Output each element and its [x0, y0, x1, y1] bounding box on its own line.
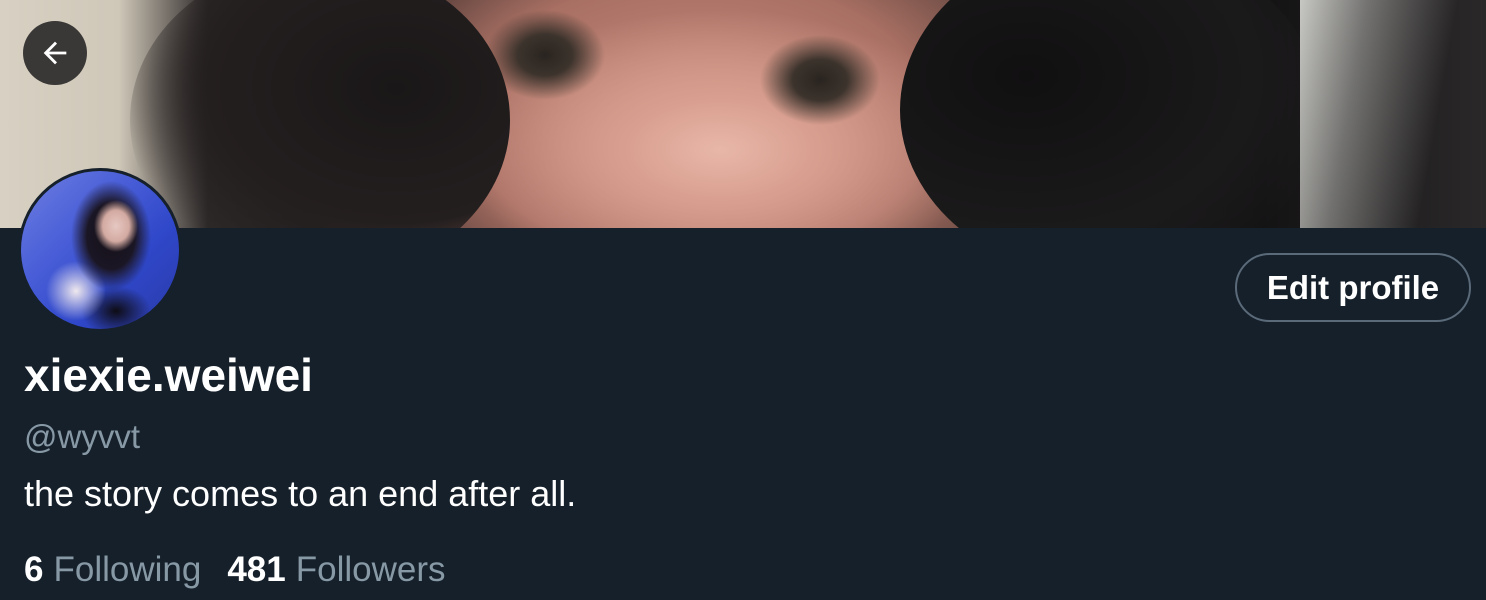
avatar[interactable] [18, 168, 182, 332]
following-link[interactable]: 6 Following [24, 550, 201, 590]
user-handle: @wyvvt [24, 418, 140, 455]
followers-label: Followers [295, 550, 446, 589]
followers-link[interactable]: 481 Followers [227, 550, 445, 590]
back-button[interactable] [23, 21, 87, 85]
following-count: 6 [24, 550, 44, 589]
edit-profile-button[interactable]: Edit profile [1235, 253, 1471, 322]
banner-light [1300, 0, 1486, 228]
followers-count: 481 [227, 550, 286, 589]
profile-stats: 6 Following 481 Followers [24, 550, 446, 590]
user-bio: the story comes to an end after all. [24, 473, 577, 514]
arrow-left-icon [43, 41, 67, 65]
banner-hair-left [130, 0, 510, 228]
following-label: Following [53, 550, 202, 589]
profile-banner[interactable] [0, 0, 1486, 228]
banner-hair-right [900, 0, 1320, 228]
display-name: xiexie.weiwei [24, 349, 313, 401]
